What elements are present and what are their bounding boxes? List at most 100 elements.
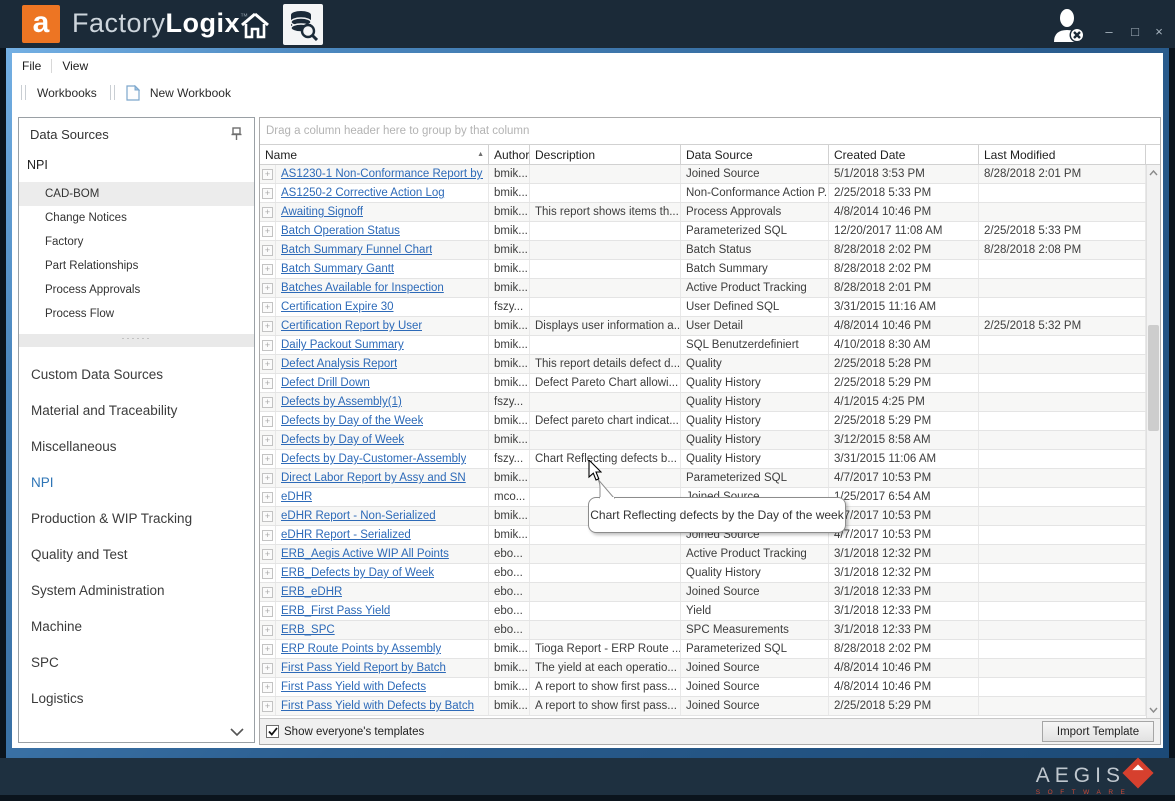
template-name-link[interactable]: ERB_First Pass Yield — [281, 605, 390, 617]
table-row[interactable]: +Awaiting Signoffbmik...This report show… — [260, 203, 1146, 222]
template-name-link[interactable]: Batch Operation Status — [281, 225, 400, 237]
template-name-link[interactable]: Daily Packout Summary — [281, 339, 404, 351]
scroll-up-button[interactable] — [1147, 165, 1160, 181]
sidebar-category-item[interactable]: SPC — [19, 644, 254, 680]
table-row[interactable]: +Batch Summary Funnel Chartbmik...Batch … — [260, 241, 1146, 260]
pin-icon[interactable] — [231, 127, 242, 140]
expand-row-icon[interactable]: + — [262, 511, 273, 522]
expand-row-icon[interactable]: + — [262, 606, 273, 617]
sidebar-category-item[interactable]: Logistics — [19, 680, 254, 716]
sidebar-category-item[interactable]: NPI — [19, 464, 254, 500]
table-row[interactable]: +Direct Labor Report by Assy and SNbmik.… — [260, 469, 1146, 488]
new-workbook-button[interactable]: New Workbook — [146, 86, 235, 100]
template-name-link[interactable]: AS1230-1 Non-Conformance Report by ... — [281, 168, 483, 180]
table-row[interactable]: +Batches Available for Inspectionbmik...… — [260, 279, 1146, 298]
expand-row-icon[interactable]: + — [262, 226, 273, 237]
expand-row-icon[interactable]: + — [262, 378, 273, 389]
template-name-link[interactable]: First Pass Yield with Defects — [281, 681, 426, 693]
expand-row-icon[interactable]: + — [262, 435, 273, 446]
table-row[interactable]: +Defect Analysis Reportbmik...This repor… — [260, 355, 1146, 374]
close-button[interactable]: × — [1148, 22, 1170, 42]
template-name-link[interactable]: Defects by Assembly(1) — [281, 396, 402, 408]
sidebar-tree-item[interactable]: CAD-BOM — [19, 182, 254, 206]
expand-row-icon[interactable]: + — [262, 587, 273, 598]
expand-row-icon[interactable]: + — [262, 644, 273, 655]
maximize-button[interactable]: □ — [1124, 22, 1146, 42]
template-name-link[interactable]: ERB_Aegis Active WIP All Points — [281, 548, 449, 560]
minimize-button[interactable]: – — [1098, 22, 1120, 42]
table-row[interactable]: +First Pass Yield with Defects by Batchb… — [260, 697, 1146, 716]
expand-row-icon[interactable]: + — [262, 416, 273, 427]
expand-row-icon[interactable]: + — [262, 188, 273, 199]
expand-row-icon[interactable]: + — [262, 682, 273, 693]
table-row[interactable]: +ERB_Defects by Day of Weekebo...Quality… — [260, 564, 1146, 583]
expand-row-icon[interactable]: + — [262, 302, 273, 313]
logout-user-button[interactable] — [1050, 8, 1090, 44]
template-name-link[interactable]: Certification Expire 30 — [281, 301, 394, 313]
template-name-link[interactable]: eDHR Report - Serialized — [281, 529, 411, 541]
table-row[interactable]: +ERB_SPCebo...SPC Measurements3/1/2018 1… — [260, 621, 1146, 640]
sidebar-tree-item[interactable]: Process Flow — [19, 302, 254, 326]
table-row[interactable]: +Defects by Day of the Weekbmik...Defect… — [260, 412, 1146, 431]
scroll-down-button[interactable] — [1147, 702, 1160, 718]
expand-row-icon[interactable]: + — [262, 169, 273, 180]
menu-file[interactable]: File — [12, 55, 51, 77]
expand-row-icon[interactable]: + — [262, 245, 273, 256]
table-row[interactable]: +Defects by Assembly(1)fszy...Quality Hi… — [260, 393, 1146, 412]
menu-view[interactable]: View — [52, 55, 98, 77]
column-header[interactable]: Author — [489, 145, 530, 164]
show-everyones-templates-label[interactable]: Show everyone's templates — [284, 726, 424, 738]
sidebar-category-item[interactable]: System Administration — [19, 572, 254, 608]
template-name-link[interactable]: ERB_Defects by Day of Week — [281, 567, 434, 579]
table-row[interactable]: +AS1230-1 Non-Conformance Report by ...b… — [260, 165, 1146, 184]
template-name-link[interactable]: Defects by Day of the Week — [281, 415, 423, 427]
template-name-link[interactable]: First Pass Yield with Defects by Batch — [281, 700, 474, 712]
expand-row-icon[interactable]: + — [262, 340, 273, 351]
template-name-link[interactable]: Batches Available for Inspection — [281, 282, 444, 294]
column-header[interactable]: Data Source — [681, 145, 829, 164]
toolbar-grip[interactable] — [21, 85, 26, 100]
template-name-link[interactable]: First Pass Yield Report by Batch — [281, 662, 446, 674]
column-header[interactable]: Last Modified — [979, 145, 1146, 164]
table-row[interactable]: +Certification Expire 30fszy...User Defi… — [260, 298, 1146, 317]
table-row[interactable]: +ERB_eDHRebo...Joined Source3/1/2018 12:… — [260, 583, 1146, 602]
expand-row-icon[interactable]: + — [262, 264, 273, 275]
template-name-link[interactable]: eDHR Report - Non-Serialized — [281, 510, 436, 522]
workbooks-label[interactable]: Workbooks — [33, 86, 101, 100]
template-name-link[interactable]: ERB_SPC — [281, 624, 335, 636]
table-row[interactable]: +Defects by Day-Customer-Assemblyfszy...… — [260, 450, 1146, 469]
expand-row-icon[interactable]: + — [262, 492, 273, 503]
sidebar-category-item[interactable]: Material and Traceability — [19, 392, 254, 428]
import-template-button[interactable]: Import Template — [1042, 721, 1154, 742]
template-name-link[interactable]: Defect Analysis Report — [281, 358, 397, 370]
chevron-down-icon[interactable] — [230, 728, 244, 736]
expand-row-icon[interactable]: + — [262, 663, 273, 674]
table-row[interactable]: +Defects by Day of Weekbmik...Quality Hi… — [260, 431, 1146, 450]
table-row[interactable]: +ERB_Aegis Active WIP All Pointsebo...Ac… — [260, 545, 1146, 564]
template-name-link[interactable]: eDHR — [281, 491, 312, 503]
column-header[interactable]: Created Date — [829, 145, 979, 164]
sidebar-category-item[interactable]: Custom Data Sources — [19, 356, 254, 392]
expand-row-icon[interactable]: + — [262, 321, 273, 332]
sidebar-category-item[interactable]: Quality and Test — [19, 536, 254, 572]
expand-row-icon[interactable]: + — [262, 283, 273, 294]
toolbar-grip[interactable] — [110, 85, 115, 100]
column-header[interactable]: Description — [530, 145, 681, 164]
group-by-panel[interactable]: Drag a column header here to group by th… — [260, 118, 1160, 144]
table-row[interactable]: +First Pass Yield with Defectsbmik...A r… — [260, 678, 1146, 697]
table-row[interactable]: +ERP Route Points by Assemblybmik...Tiog… — [260, 640, 1146, 659]
template-name-link[interactable]: ERP Route Points by Assembly — [281, 643, 441, 655]
expand-row-icon[interactable]: + — [262, 625, 273, 636]
show-everyones-templates-checkbox[interactable] — [266, 725, 279, 738]
table-row[interactable]: +Defect Drill Downbmik...Defect Pareto C… — [260, 374, 1146, 393]
table-row[interactable]: +First Pass Yield Report by Batchbmik...… — [260, 659, 1146, 678]
expand-row-icon[interactable]: + — [262, 701, 273, 712]
scrollbar-thumb[interactable] — [1148, 325, 1159, 431]
home-button[interactable] — [236, 8, 274, 42]
template-name-link[interactable]: Batch Summary Funnel Chart — [281, 244, 432, 256]
vertical-scrollbar[interactable] — [1146, 165, 1160, 718]
template-name-link[interactable]: Awaiting Signoff — [281, 206, 363, 218]
template-name-link[interactable]: AS1250-2 Corrective Action Log — [281, 187, 445, 199]
sidebar-tree-item[interactable]: Factory — [19, 230, 254, 254]
template-name-link[interactable]: Direct Labor Report by Assy and SN — [281, 472, 466, 484]
